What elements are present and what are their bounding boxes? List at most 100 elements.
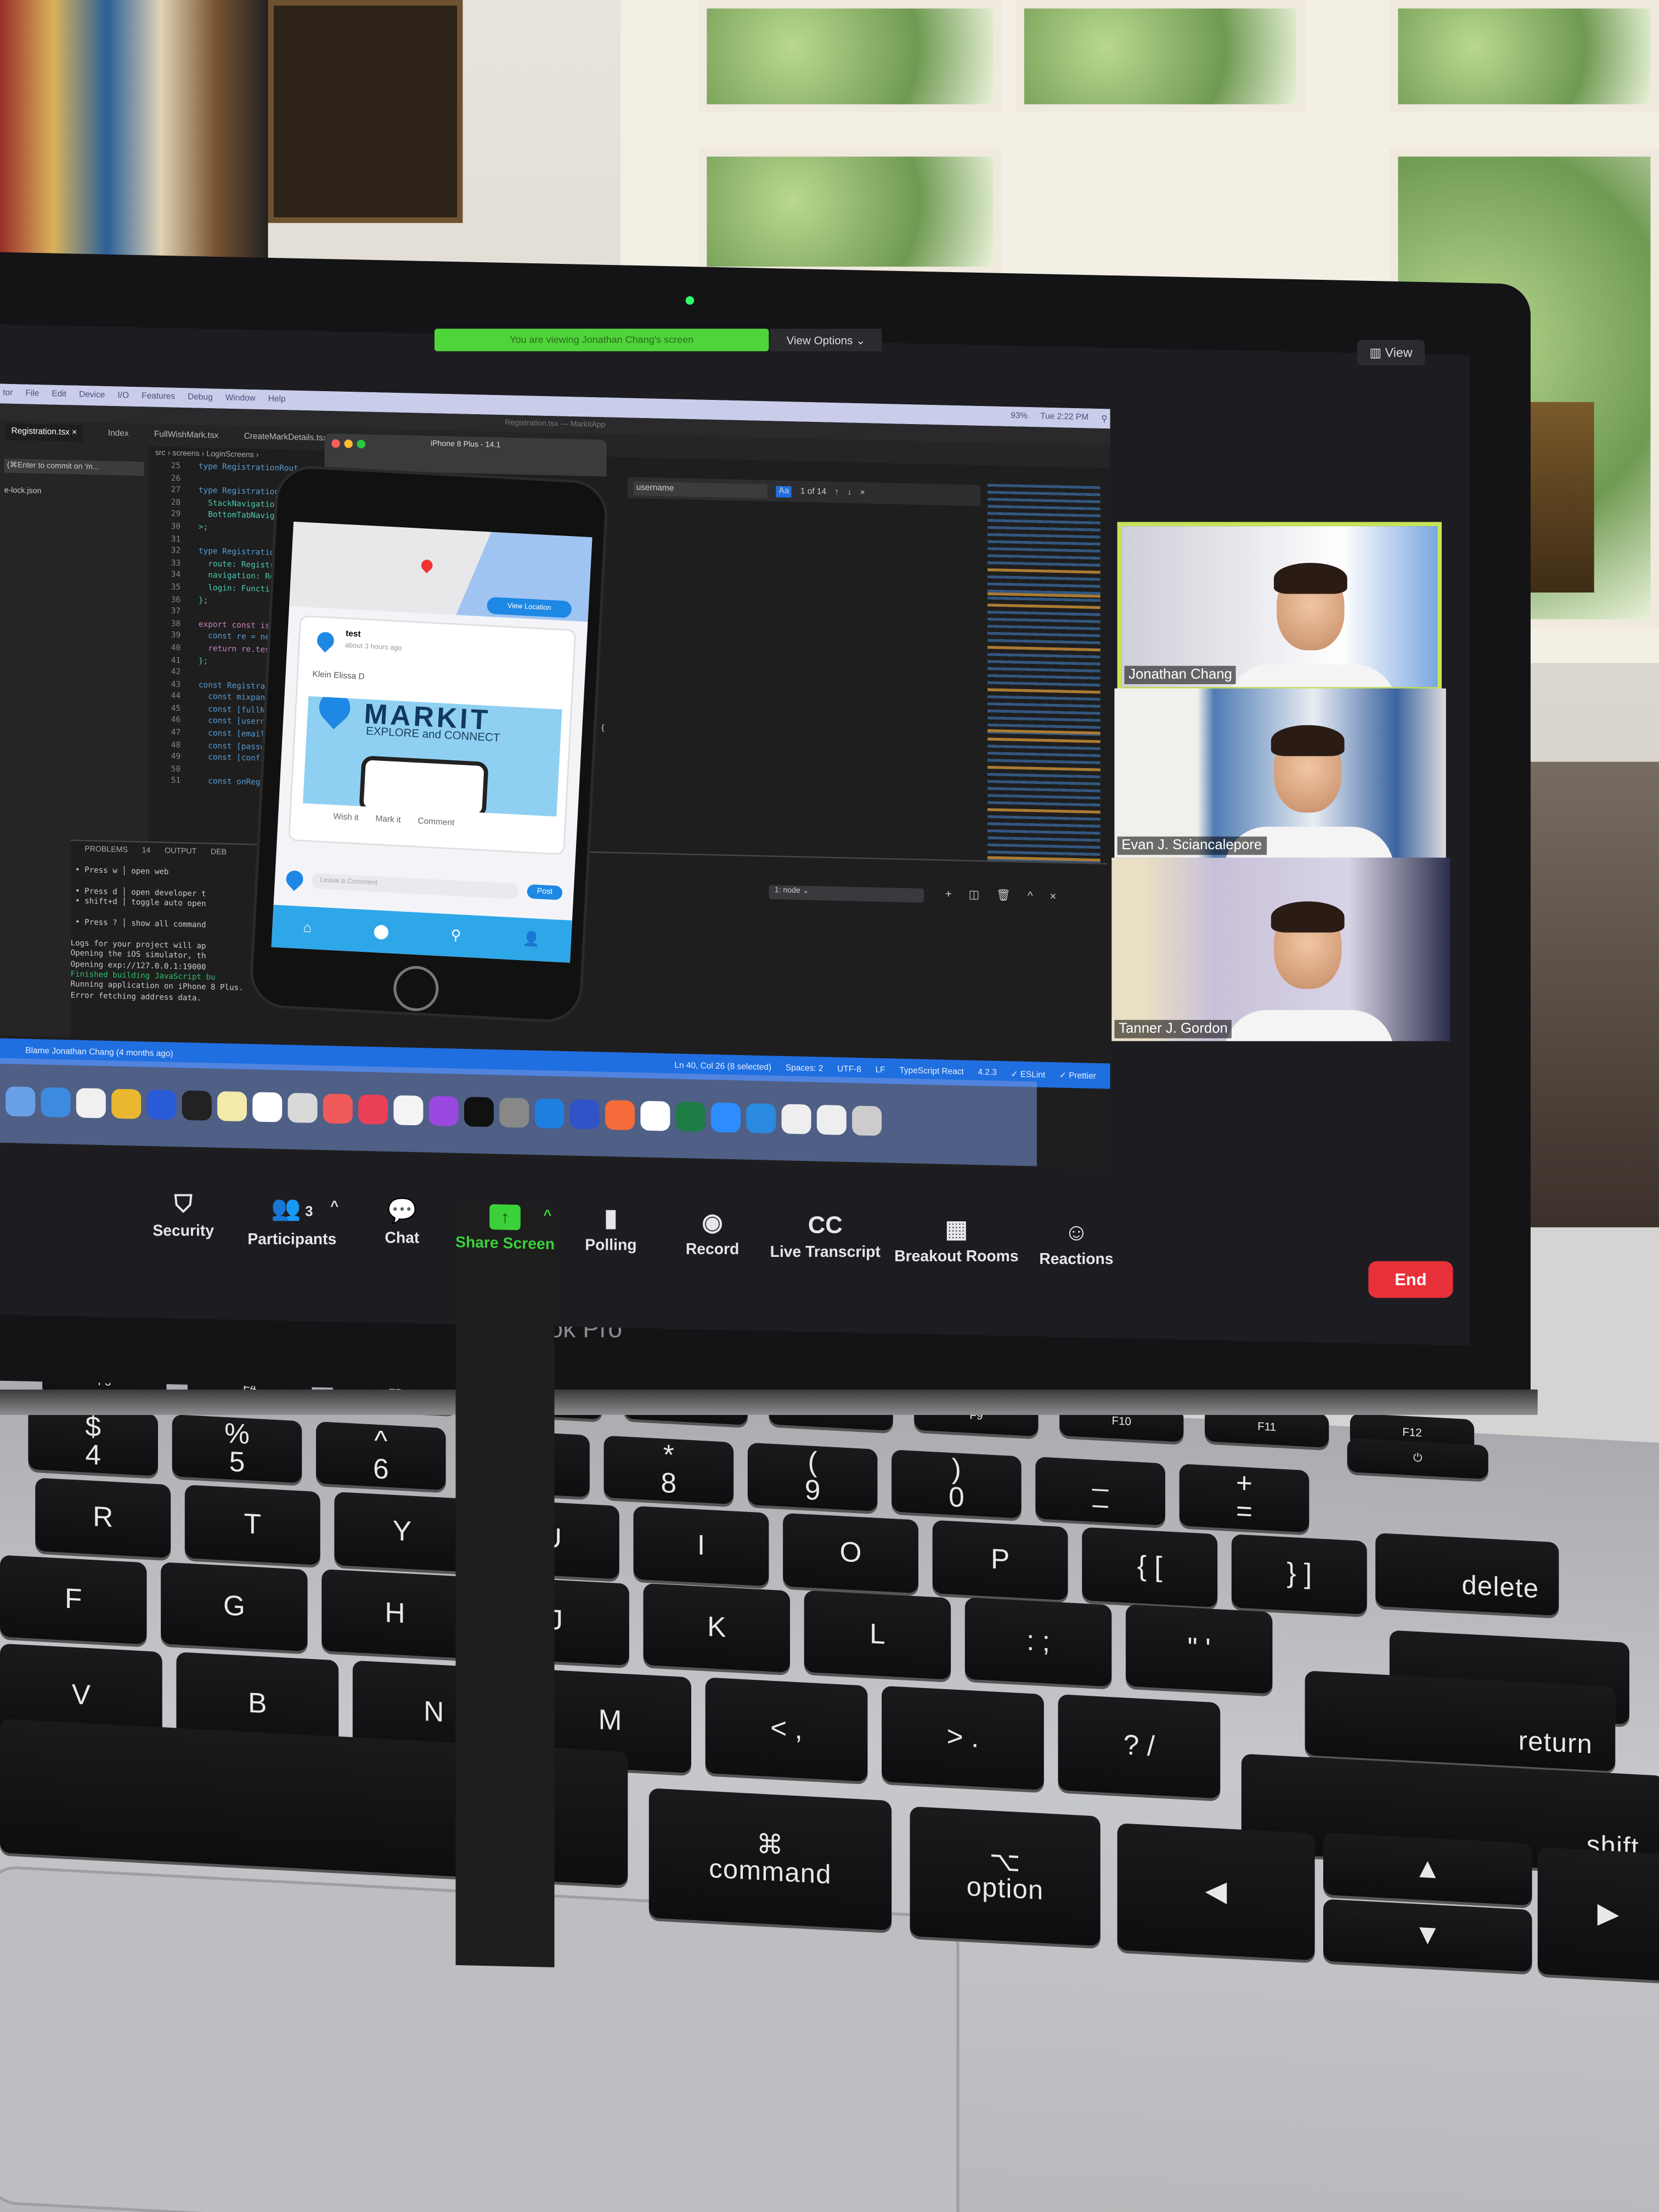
number-key[interactable]: _ – xyxy=(1035,1457,1165,1526)
view-button[interactable]: ▥ View xyxy=(1357,340,1425,365)
security-button[interactable]: ⛉ Security xyxy=(134,1192,233,1240)
letter-key[interactable]: Y xyxy=(334,1492,470,1572)
dock-app-icon[interactable] xyxy=(464,1096,494,1127)
menu-item[interactable]: File xyxy=(25,390,39,399)
return-key[interactable]: return xyxy=(1305,1671,1616,1772)
letter-key[interactable]: R xyxy=(35,1477,171,1559)
status-item[interactable]: ✓ ESLint xyxy=(1011,1069,1046,1080)
panel-tab[interactable]: OUTPUT xyxy=(165,848,196,857)
letter-key[interactable]: > . xyxy=(882,1685,1044,1791)
breakout-rooms-button[interactable]: ▦ Breakout Rooms xyxy=(894,1216,1018,1265)
view-options-button[interactable]: View Options ⌄ xyxy=(770,329,882,352)
status-item[interactable]: ✓ Prettier xyxy=(1059,1070,1096,1081)
close-panel-icon[interactable]: × xyxy=(1050,890,1057,902)
letter-key[interactable]: K xyxy=(643,1583,790,1673)
up-arrow-key[interactable]: ▲ xyxy=(1323,1832,1532,1906)
number-key[interactable]: (9 xyxy=(747,1442,878,1512)
editor-tab[interactable]: Registration.tsx × xyxy=(5,423,83,442)
record-button[interactable]: ◉ Record xyxy=(663,1209,762,1258)
dock-app-icon[interactable] xyxy=(640,1100,670,1131)
dock-app-icon[interactable] xyxy=(182,1090,212,1120)
letter-key[interactable]: P xyxy=(932,1520,1068,1601)
map-tab-icon[interactable]: ⬤ xyxy=(373,923,390,940)
end-meeting-button[interactable]: End xyxy=(1368,1261,1453,1298)
dock-app-icon[interactable] xyxy=(217,1090,247,1121)
status-item[interactable]: 4.2.3 xyxy=(978,1068,997,1079)
caret-up-icon[interactable]: ^ xyxy=(543,1207,551,1223)
participants-button[interactable]: 👥 3 ^ Participants xyxy=(242,1195,341,1248)
spotlight-icon[interactable]: ⚲ xyxy=(1101,414,1107,424)
split-terminal-icon[interactable]: ◫ xyxy=(969,888,979,901)
find-next-icon[interactable]: ↓ xyxy=(848,488,852,497)
dock-app-icon[interactable] xyxy=(323,1093,353,1124)
dock-app-icon[interactable] xyxy=(746,1102,776,1133)
menu-item[interactable]: Window xyxy=(225,394,256,404)
panel-tab[interactable]: PROBLEMS xyxy=(84,845,128,855)
dock-app-icon[interactable] xyxy=(428,1095,459,1126)
minimap[interactable] xyxy=(987,483,1101,867)
comment-input[interactable]: Leave a Comment xyxy=(311,872,520,899)
dock-app-icon[interactable] xyxy=(287,1092,318,1122)
dock-app-icon[interactable] xyxy=(76,1087,106,1118)
close-window-icon[interactable] xyxy=(331,439,340,448)
dock-app-icon[interactable] xyxy=(5,1085,36,1116)
live-transcript-button[interactable]: CC Live Transcript xyxy=(770,1212,881,1261)
lockfile-item[interactable]: e-lock.json xyxy=(4,487,144,498)
editor-tab[interactable]: FullWishMark.tsx xyxy=(154,431,218,441)
letter-key[interactable]: I xyxy=(633,1505,769,1587)
find-close-icon[interactable]: × xyxy=(860,489,865,498)
left-arrow-key[interactable]: ◀ xyxy=(1117,1823,1315,1961)
dock-app-icon[interactable] xyxy=(781,1103,811,1134)
participant-video-tile[interactable]: Evan J. Sciancalepore xyxy=(1114,688,1446,858)
letter-key[interactable]: ? / xyxy=(1058,1694,1221,1799)
dock-app-icon[interactable] xyxy=(534,1097,565,1128)
power-key[interactable]: ⏻ xyxy=(1347,1438,1488,1480)
reactions-button[interactable]: ☺ Reactions xyxy=(1027,1220,1126,1268)
post-button[interactable]: Post xyxy=(527,884,563,900)
number-key[interactable]: ^ 6 xyxy=(315,1421,446,1491)
terminal-output[interactable]: • Press w │ open web • Press d │ open de… xyxy=(71,866,244,1006)
find-prev-icon[interactable]: ↑ xyxy=(835,488,839,497)
status-item[interactable]: LF xyxy=(876,1066,885,1076)
search-tab-icon[interactable]: ⚲ xyxy=(450,928,461,944)
post-action-button[interactable]: Mark it xyxy=(375,816,401,826)
home-tab-icon[interactable]: ⌂ xyxy=(303,920,312,936)
new-terminal-icon[interactable]: + xyxy=(945,888,952,900)
dock-app-icon[interactable] xyxy=(710,1102,741,1132)
dock-app-icon[interactable] xyxy=(816,1104,847,1135)
chat-button[interactable]: 💬 Chat xyxy=(353,1198,452,1247)
menu-item[interactable]: Help xyxy=(268,396,286,404)
match-case-toggle[interactable]: Aa xyxy=(776,485,792,497)
number-key[interactable]: + = xyxy=(1179,1464,1310,1533)
participant-video-tile[interactable]: Tanner J. Gordon xyxy=(1111,857,1451,1041)
number-key[interactable]: ) 0 xyxy=(891,1449,1022,1519)
number-key[interactable]: % 5 xyxy=(172,1414,302,1483)
dock-app-icon[interactable] xyxy=(41,1086,71,1117)
status-item[interactable]: TypeScript React xyxy=(899,1066,963,1078)
terminal-select[interactable]: 1: node ⌄ xyxy=(769,885,924,903)
post-action-button[interactable]: Wish it xyxy=(333,813,359,823)
profile-tab-icon[interactable]: 👤 xyxy=(522,932,540,948)
status-item[interactable]: Ln 40, Col 26 (8 selected) xyxy=(674,1062,771,1074)
letter-key[interactable]: : ; xyxy=(964,1597,1112,1687)
dock-app-icon[interactable] xyxy=(605,1099,635,1130)
trash-icon[interactable]: 🗑 xyxy=(996,889,1011,902)
letter-key[interactable]: F xyxy=(0,1555,147,1645)
minimize-window-icon[interactable] xyxy=(344,439,353,448)
menu-item[interactable]: Edit xyxy=(52,391,66,399)
letter-key[interactable]: T xyxy=(184,1485,320,1566)
dock-app-icon[interactable] xyxy=(146,1088,177,1119)
down-arrow-key[interactable]: ▼ xyxy=(1323,1899,1532,1972)
number-key[interactable]: $4 xyxy=(28,1407,158,1476)
option-key[interactable]: ⌥ option xyxy=(910,1806,1101,1946)
letter-key[interactable]: " ' xyxy=(1125,1604,1273,1694)
menu-item[interactable]: Device xyxy=(79,391,105,400)
panel-tab[interactable]: DEB xyxy=(211,848,227,857)
caret-up-icon[interactable]: ^ xyxy=(330,1198,338,1214)
zoom-window-icon[interactable] xyxy=(357,439,365,449)
letter-key[interactable]: { [ xyxy=(1082,1527,1218,1608)
letter-key[interactable]: < , xyxy=(705,1677,868,1782)
status-item[interactable]: UTF-8 xyxy=(837,1065,861,1075)
dock-app-icon[interactable] xyxy=(852,1104,882,1136)
command-key[interactable]: ⌘ command xyxy=(648,1788,892,1931)
